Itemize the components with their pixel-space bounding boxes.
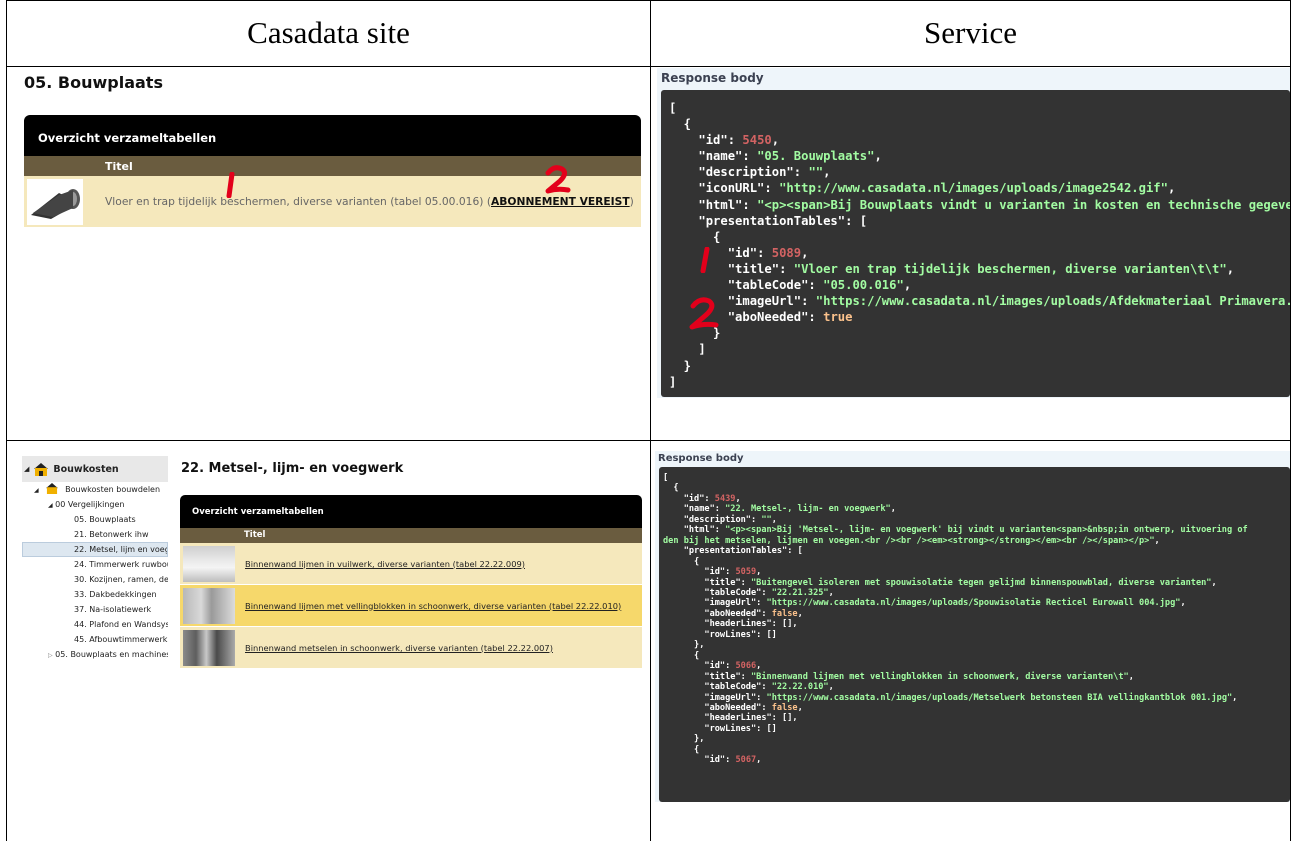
tree-item-selected[interactable]: 22. Metsel, lijm en voegv	[22, 542, 168, 557]
tree-item[interactable]: 24. Timmerwerk ruwbouv	[22, 557, 168, 572]
tree-item[interactable]: 05. Bouwplaats	[22, 512, 168, 527]
tree-item[interactable]: 45. Afbouwtimmerwerk	[22, 632, 168, 647]
tree-item-machines[interactable]: ▷ 05. Bouwplaats en machines	[22, 647, 168, 662]
wall-thumbnail	[183, 629, 235, 666]
grid-line	[650, 0, 651, 841]
table-row[interactable]: Binnenwand metselen in schoonwerk, diver…	[180, 627, 642, 669]
table-link[interactable]: Binnenwand lijmen in vuilwerk, diverse v…	[245, 559, 525, 569]
response-body-label: Response body	[661, 71, 764, 85]
table-link[interactable]: Binnenwand metselen in schoonwerk, diver…	[245, 643, 553, 653]
panel-title: Overzicht verzameltabellen	[24, 115, 641, 156]
row-text: Vloer en trap tijdelijk beschermen, dive…	[105, 195, 634, 208]
wall-thumbnail	[183, 587, 235, 624]
grid-line	[6, 66, 1291, 67]
page-title: 05. Bouwplaats	[24, 73, 163, 92]
roll-icon	[31, 188, 80, 219]
grid-line	[6, 440, 1291, 441]
tree-item[interactable]: 30. Kozijnen, ramen, deu	[22, 572, 168, 587]
tree-item[interactable]: 33. Dakbedekkingen	[22, 587, 168, 602]
table-row[interactable]: Binnenwand lijmen in vuilwerk, diverse v…	[180, 543, 642, 585]
annotation-2-mark	[545, 165, 571, 194]
tree-item-bouwdelen[interactable]: ◢ Bouwkosten bouwdelen	[22, 482, 168, 497]
response-body-code[interactable]: [ { "id": 5439, "name": "22. Metsel-, li…	[659, 467, 1290, 802]
response-body-label: Response body	[658, 453, 744, 464]
header-service: Service	[924, 15, 1017, 50]
collection-tables-panel: Overzicht verzameltabellen Titel Binnenw…	[180, 495, 642, 669]
category-tree: ◢ Bouwkosten ◢ Bouwkosten bouwdelen ◢ 00…	[22, 456, 168, 662]
annotation-1-mark	[700, 247, 710, 273]
header-casadata-site: Casadata site	[247, 15, 410, 50]
tree-item[interactable]: 21. Betonwerk ihw	[22, 527, 168, 542]
tree-item-vergelijkingen[interactable]: ◢ 00 Vergelijkingen	[22, 497, 168, 512]
table-link[interactable]: Binnenwand lijmen met vellingblokken in …	[245, 601, 621, 611]
annotation-1-mark	[226, 172, 235, 198]
tree-item[interactable]: 44. Plafond en Wandsyst	[22, 617, 168, 632]
house-folder-icon	[33, 462, 49, 476]
subscription-required-link[interactable]: ABONNEMENT VEREIST	[491, 195, 630, 208]
grid-line	[6, 0, 7, 841]
annotation-2-mark	[689, 297, 719, 330]
response-body-code[interactable]: [ { "id": 5450, "name": "05. Bouwplaats"…	[661, 90, 1290, 397]
tree-item[interactable]: 37. Na-isolatiewerk	[22, 602, 168, 617]
panel-title: Overzicht verzameltabellen	[180, 495, 642, 528]
page-title: 22. Metsel-, lijm- en voegwerk	[181, 461, 404, 476]
house-folder-icon	[45, 483, 61, 496]
tree-root-bouwkosten[interactable]: ◢ Bouwkosten	[22, 456, 168, 482]
wall-thumbnail	[183, 545, 235, 582]
column-header-title: Titel	[180, 528, 642, 543]
protective-roll-thumbnail	[27, 178, 83, 225]
table-row-highlighted[interactable]: Binnenwand lijmen met vellingblokken in …	[180, 585, 642, 627]
